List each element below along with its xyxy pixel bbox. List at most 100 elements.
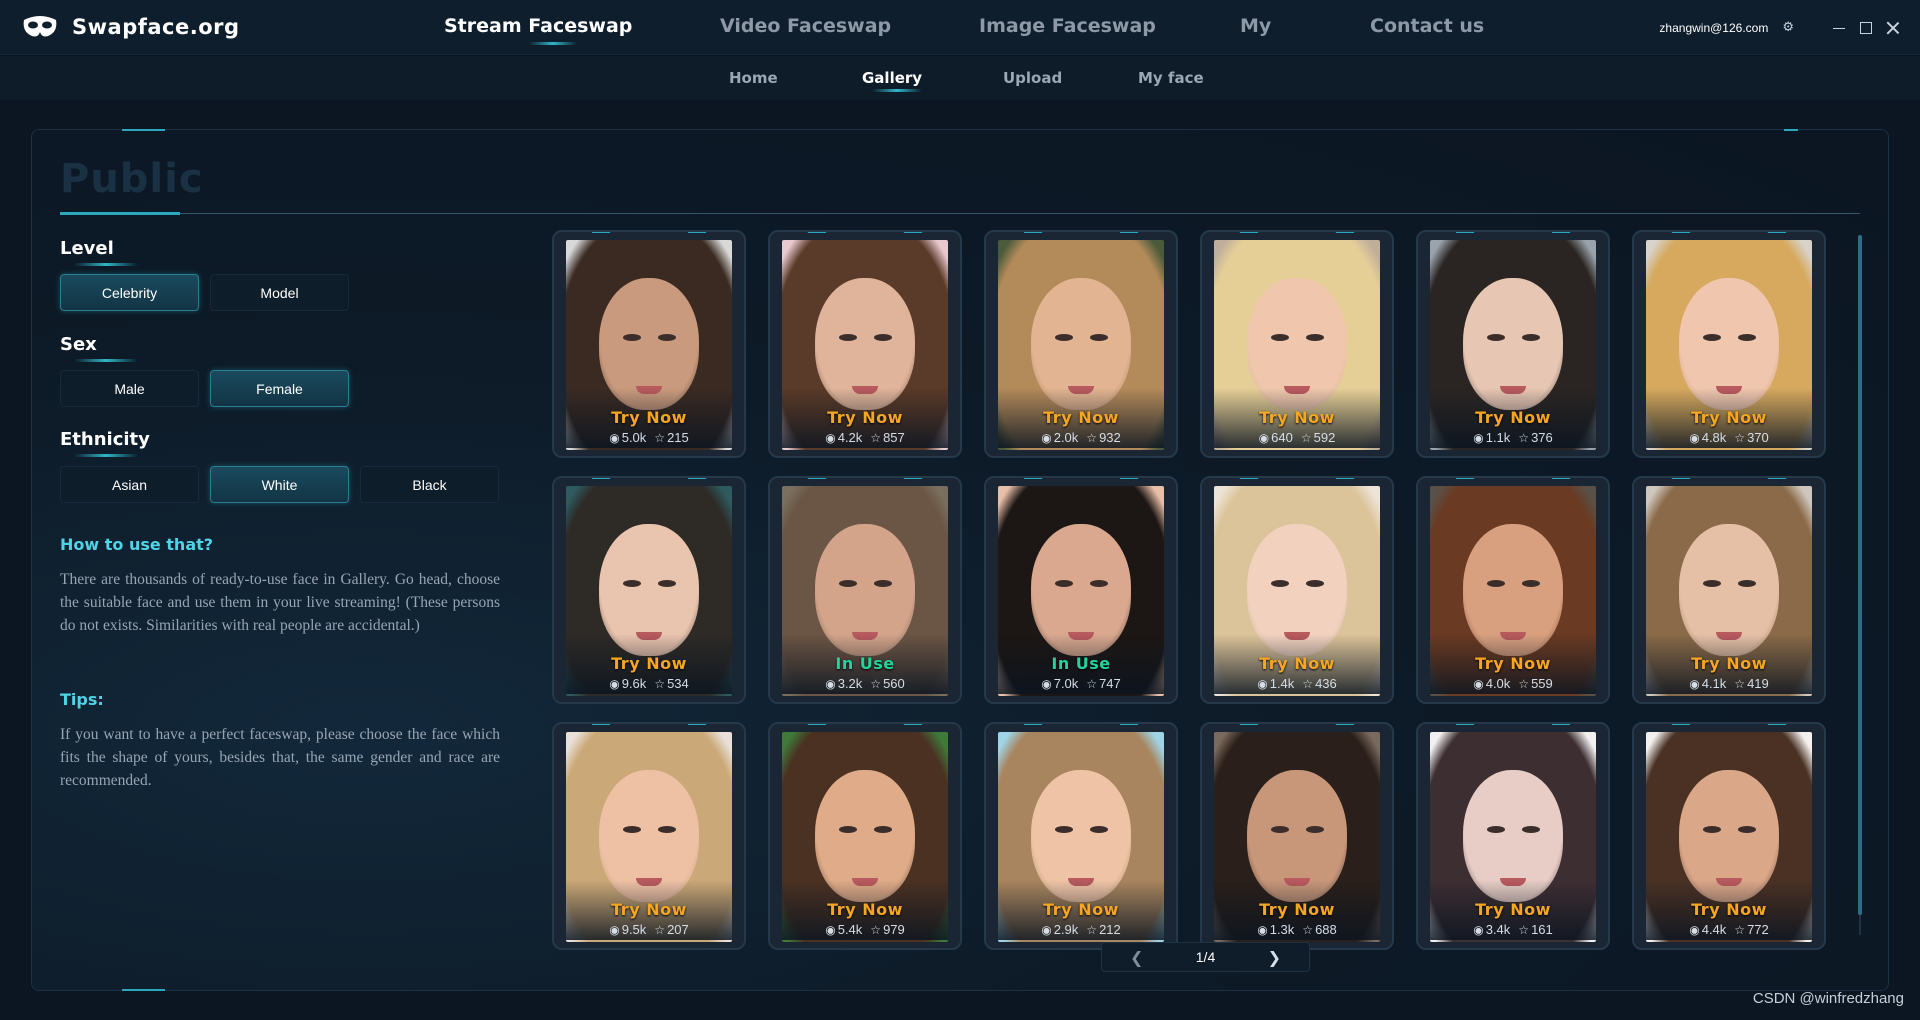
try-now-button[interactable]: Try Now [1202, 408, 1392, 427]
card-accent [1456, 724, 1474, 725]
face-card[interactable]: In Use ◉ 3.2k ☆ 560 [768, 476, 962, 704]
chevron-left-icon[interactable]: ❮ [1130, 948, 1143, 967]
star-icon[interactable]: ☆ [1518, 923, 1529, 937]
try-now-button[interactable]: Try Now [1634, 900, 1824, 919]
nav-contact-us[interactable]: Contact us [1370, 15, 1484, 37]
star-icon[interactable]: ☆ [1734, 677, 1745, 691]
minimize-icon[interactable] [1832, 21, 1846, 35]
face-card[interactable]: Try Now ◉ 4.4k ☆ 772 [1632, 722, 1826, 950]
filter-celebrity[interactable]: Celebrity [60, 274, 199, 311]
star-icon[interactable]: ☆ [1518, 677, 1529, 691]
try-now-button[interactable]: Try Now [770, 900, 960, 919]
card-accent [808, 478, 826, 479]
subnav-upload[interactable]: Upload [1003, 69, 1062, 87]
portrait-eye [1271, 580, 1289, 587]
subnav-home[interactable]: Home [729, 69, 778, 87]
sex-label-text: Sex [60, 334, 97, 355]
scrollbar-thumb[interactable] [1858, 235, 1862, 915]
face-card[interactable]: Try Now ◉ 2.9k ☆ 212 [984, 722, 1178, 950]
card-accent [1120, 724, 1138, 725]
user-email[interactable]: zhangwin@126.com [1659, 21, 1768, 35]
subnav-my-face[interactable]: My face [1138, 69, 1204, 87]
views-count: 4.8k [1701, 430, 1727, 445]
try-now-button[interactable]: Try Now [554, 408, 744, 427]
face-card[interactable]: Try Now ◉ 1.3k ☆ 688 [1200, 722, 1394, 950]
chevron-right-icon[interactable]: ❯ [1268, 948, 1281, 967]
filter-female[interactable]: Female [210, 370, 349, 407]
try-now-button[interactable]: Try Now [1202, 654, 1392, 673]
star-icon[interactable]: ☆ [870, 431, 881, 445]
try-now-button[interactable]: Try Now [1634, 408, 1824, 427]
face-card[interactable]: Try Now ◉ 5.0k ☆ 215 [552, 230, 746, 458]
star-icon[interactable]: ☆ [1734, 923, 1745, 937]
face-card[interactable]: Try Now ◉ 3.4k ☆ 161 [1416, 722, 1610, 950]
views-count: 4.2k [837, 430, 863, 445]
filter-asian[interactable]: Asian [60, 466, 199, 503]
filter-black[interactable]: Black [360, 466, 499, 503]
face-card[interactable]: Try Now ◉ 640 ☆ 592 [1200, 230, 1394, 458]
close-icon[interactable] [1886, 21, 1900, 35]
face-card[interactable]: In Use ◉ 7.0k ☆ 747 [984, 476, 1178, 704]
try-now-button[interactable]: Try Now [1202, 900, 1392, 919]
face-card[interactable]: Try Now ◉ 4.0k ☆ 559 [1416, 476, 1610, 704]
try-now-button[interactable]: Try Now [770, 408, 960, 427]
face-card[interactable]: Try Now ◉ 4.8k ☆ 370 [1632, 230, 1826, 458]
try-now-button[interactable]: Try Now [554, 654, 744, 673]
gallery-panel: Public Level Celebrity Model Sex Male Fe… [31, 129, 1889, 991]
try-now-button[interactable]: Try Now [1418, 408, 1608, 427]
star-icon[interactable]: ☆ [1301, 431, 1312, 445]
star-icon[interactable]: ☆ [870, 923, 881, 937]
maximize-icon[interactable] [1860, 21, 1872, 34]
star-icon[interactable]: ☆ [1302, 923, 1313, 937]
likes-stat: ☆ 534 [654, 676, 688, 691]
nav-my[interactable]: My [1240, 15, 1271, 37]
eye-icon: ◉ [1689, 676, 1700, 691]
filter-male[interactable]: Male [60, 370, 199, 407]
face-card[interactable]: Try Now ◉ 9.6k ☆ 534 [552, 476, 746, 704]
star-icon[interactable]: ☆ [1734, 431, 1745, 445]
face-card[interactable]: Try Now ◉ 5.4k ☆ 979 [768, 722, 962, 950]
try-now-button[interactable]: Try Now [1634, 654, 1824, 673]
face-card[interactable]: Try Now ◉ 4.2k ☆ 857 [768, 230, 962, 458]
face-card[interactable]: Try Now ◉ 1.1k ☆ 376 [1416, 230, 1610, 458]
try-now-button[interactable]: Try Now [1418, 900, 1608, 919]
filter-white[interactable]: White [210, 466, 349, 503]
nav-video-faceswap[interactable]: Video Faceswap [720, 15, 891, 37]
star-icon[interactable]: ☆ [870, 677, 881, 691]
sub-nav: Home Gallery Upload My face [0, 56, 1920, 100]
app-logo[interactable]: Swapface.org [22, 14, 240, 40]
try-now-button[interactable]: Try Now [986, 408, 1176, 427]
eye-icon: ◉ [825, 430, 836, 445]
star-icon[interactable]: ☆ [654, 923, 665, 937]
nav-stream-faceswap[interactable]: Stream Faceswap [444, 15, 632, 45]
try-now-button[interactable]: Try Now [554, 900, 744, 919]
star-icon[interactable]: ☆ [654, 431, 665, 445]
face-card[interactable]: Try Now ◉ 9.5k ☆ 207 [552, 722, 746, 950]
nav-image-faceswap[interactable]: Image Faceswap [979, 15, 1156, 37]
star-icon[interactable]: ☆ [1302, 677, 1313, 691]
card-accent [808, 232, 826, 233]
face-card[interactable]: Try Now ◉ 2.0k ☆ 932 [984, 230, 1178, 458]
card-stats: ◉ 2.0k ☆ 932 [986, 430, 1176, 445]
gear-icon[interactable]: ⚙ [1782, 20, 1794, 35]
views-count: 4.4k [1701, 922, 1727, 937]
star-icon[interactable]: ☆ [654, 677, 665, 691]
face-card[interactable]: Try Now ◉ 4.1k ☆ 419 [1632, 476, 1826, 704]
try-now-button[interactable]: Try Now [1418, 654, 1608, 673]
star-icon[interactable]: ☆ [1086, 431, 1097, 445]
views-stat: ◉ 5.4k [825, 922, 862, 937]
likes-count: 857 [883, 430, 905, 445]
subnav-gallery[interactable]: Gallery [862, 69, 923, 92]
card-stats: ◉ 5.0k ☆ 215 [554, 430, 744, 445]
star-icon[interactable]: ☆ [1086, 923, 1097, 937]
star-icon[interactable]: ☆ [1086, 677, 1097, 691]
card-accent [808, 724, 826, 725]
try-now-button[interactable]: Try Now [986, 900, 1176, 919]
views-count: 5.4k [837, 922, 863, 937]
portrait-eye [1306, 334, 1324, 341]
filter-model[interactable]: Model [210, 274, 349, 311]
portrait-eye [1306, 826, 1324, 833]
face-card[interactable]: Try Now ◉ 1.4k ☆ 436 [1200, 476, 1394, 704]
star-icon[interactable]: ☆ [1518, 431, 1529, 445]
likes-count: 979 [883, 922, 905, 937]
